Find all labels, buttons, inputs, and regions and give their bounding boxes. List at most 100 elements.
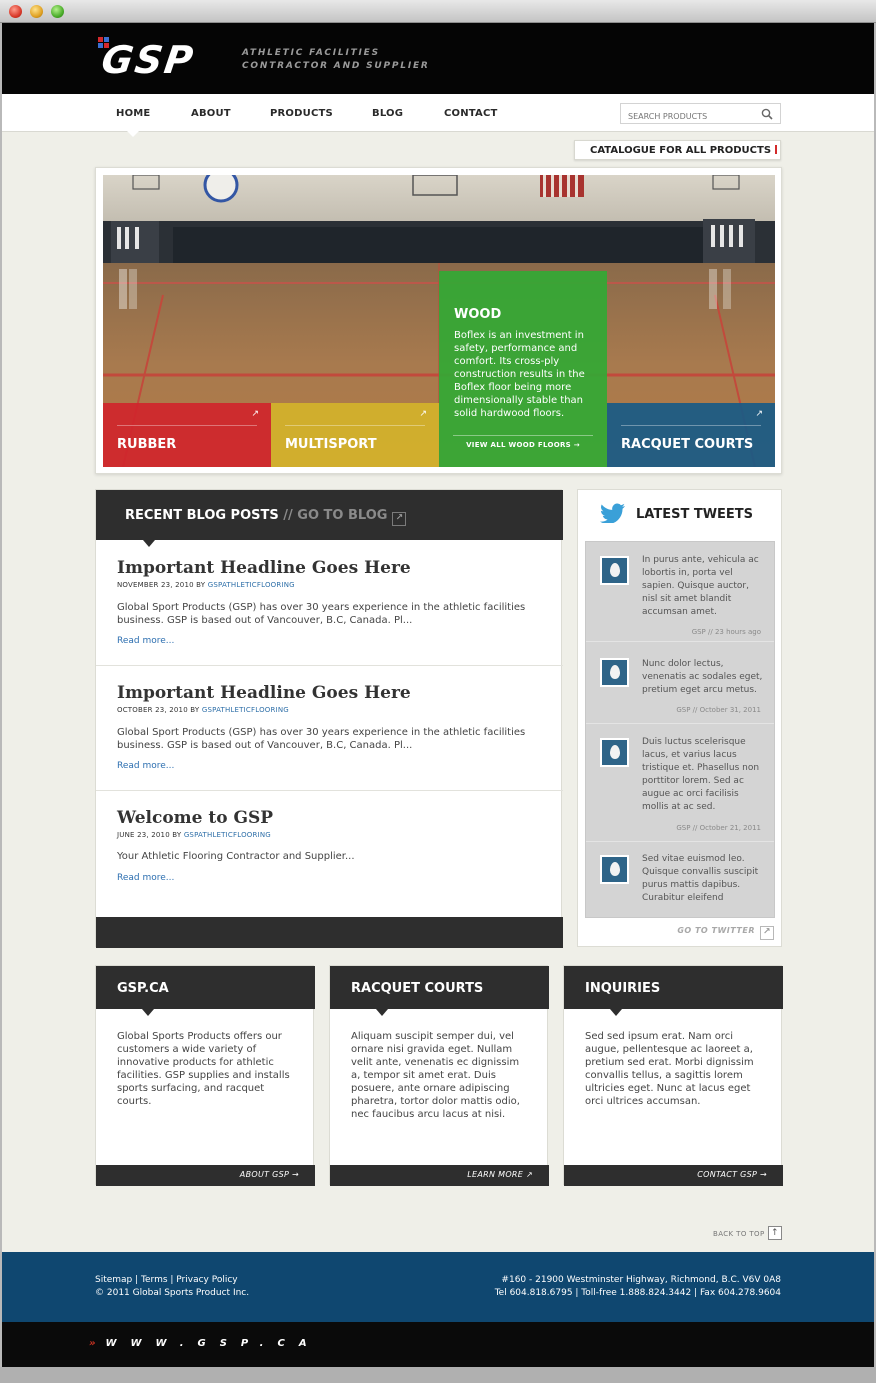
tile-rubber-label: RUBBER	[117, 437, 177, 452]
blog-footer-bar	[96, 917, 563, 948]
site-url[interactable]: » WWW.GSP.CA	[89, 1338, 321, 1349]
tile-rubber[interactable]: ↗ RUBBER	[103, 403, 271, 467]
tweet-text: Duis luctus scelerisque lacus, et varius…	[642, 737, 760, 812]
tile-wood-expanded[interactable]: WOOD Boflex is an investment in safety, …	[439, 271, 607, 467]
tile-arrow-icon: ↗	[755, 409, 763, 419]
contact-gsp-label: CONTACT GSP →	[697, 1170, 767, 1179]
page: GSP ATHLETIC FACILITIES CONTRACTOR AND S…	[2, 23, 874, 1367]
tweet-item: Duis luctus scelerisque lacus, et varius…	[586, 724, 774, 842]
feature-box-body: Global Sports Products offers our custom…	[117, 1031, 290, 1107]
nav-about[interactable]: ABOUT	[191, 108, 231, 119]
feature-box-racquet-courts: RACQUET COURTS Aliquam suscipit semper d…	[329, 965, 549, 1186]
tile-divider	[621, 425, 761, 426]
twitter-bird-icon	[600, 503, 625, 523]
avatar[interactable]	[600, 556, 629, 585]
feature-box-inquiries: INQUIRIES Sed sed ipsum erat. Nam orci a…	[563, 965, 783, 1186]
footer-links[interactable]: Sitemap | Terms | Privacy Policy	[95, 1275, 238, 1285]
zoom-window-button[interactable]	[51, 5, 64, 18]
site-header: GSP ATHLETIC FACILITIES CONTRACTOR AND S…	[2, 23, 874, 94]
tile-multisport[interactable]: ↗ MULTISPORT	[271, 403, 439, 467]
site-logo[interactable]: GSP	[99, 38, 198, 82]
chevron-right-icon: »	[89, 1338, 96, 1349]
feature-box-header: GSP.CA	[96, 966, 315, 1009]
nav-home[interactable]: HOME	[116, 108, 150, 119]
egg-avatar-icon	[610, 862, 620, 876]
tweet-item: Nunc dolor lectus, venenatis ac sodales …	[586, 646, 774, 724]
tile-multisport-label: MULTISPORT	[285, 437, 377, 452]
egg-avatar-icon	[610, 745, 620, 759]
read-more-link[interactable]: Read more...	[117, 873, 174, 883]
avatar[interactable]	[600, 855, 629, 884]
post-date: JUNE 23, 2010 BY	[117, 831, 182, 839]
go-to-twitter-link[interactable]: GO TO TWITTER ↗	[677, 926, 774, 940]
tweet-text: Sed vitae euismod leo. Quisque convallis…	[642, 854, 759, 903]
learn-more-button[interactable]: LEARN MORE ↗	[330, 1165, 549, 1186]
tweet-text: In purus ante, vehicula ac lobortis in, …	[642, 555, 759, 617]
post-author-link[interactable]: GSPATHLETICFLOORING	[184, 831, 271, 839]
external-link-icon[interactable]: ↗	[392, 512, 407, 526]
tweet-text: Nunc dolor lectus, venenatis ac sodales …	[642, 659, 763, 695]
read-more-link[interactable]: Read more...	[117, 636, 174, 646]
footer-bottom-bar: » WWW.GSP.CA	[2, 1322, 874, 1367]
post-meta: NOVEMBER 23, 2010 BY GSPATHLETICFLOORING	[117, 581, 295, 589]
post-headline[interactable]: Important Headline Goes Here	[117, 558, 411, 578]
search-input[interactable]	[621, 107, 751, 126]
feature-box-body: Aliquam suscipit semper dui, vel ornare …	[351, 1031, 520, 1120]
post-date: OCTOBER 23, 2010 BY	[117, 706, 200, 714]
post-author-link[interactable]: GSPATHLETICFLOORING	[208, 581, 295, 589]
tweet-item: Sed vitae euismod leo. Quisque convallis…	[586, 842, 774, 917]
post-excerpt: Your Athletic Flooring Contractor and Su…	[117, 851, 355, 862]
external-link-icon: ↗	[760, 926, 774, 940]
recent-blog-posts: RECENT BLOG POSTS // GO TO BLOG ↗ Importa…	[95, 489, 563, 948]
catalogue-marker-icon	[775, 145, 778, 154]
search-icon[interactable]	[761, 108, 773, 120]
post-headline[interactable]: Important Headline Goes Here	[117, 683, 411, 703]
site-url-text: WWW.GSP.CA	[105, 1338, 321, 1349]
post-headline[interactable]: Welcome to GSP	[117, 808, 273, 828]
read-more-link[interactable]: Read more...	[117, 761, 174, 771]
post-date: NOVEMBER 23, 2010 BY	[117, 581, 206, 589]
catalogue-button[interactable]: CATALOGUE FOR ALL PRODUCTS	[574, 140, 781, 160]
nav-products[interactable]: PRODUCTS	[270, 108, 333, 119]
site-footer: Sitemap | Terms | Privacy Policy © 2011 …	[2, 1252, 874, 1322]
blog-post: Important Headline Goes Here OCTOBER 23,…	[96, 666, 563, 791]
tweet-meta[interactable]: GSP // October 21, 2011	[676, 824, 761, 832]
minimize-window-button[interactable]	[30, 5, 43, 18]
tile-racquet-courts[interactable]: ↗ RACQUET COURTS	[607, 403, 775, 467]
nav-blog[interactable]: BLOG	[372, 108, 403, 119]
tweet-meta[interactable]: GSP // 23 hours ago	[692, 628, 761, 636]
avatar[interactable]	[600, 658, 629, 687]
tile-arrow-icon: ↗	[251, 409, 259, 419]
back-to-top-label: BACK TO TOP	[713, 1230, 765, 1238]
wood-description: Boflex is an investment in safety, perfo…	[454, 330, 585, 419]
post-author-link[interactable]: GSPATHLETICFLOORING	[202, 706, 289, 714]
feature-box-title: RACQUET COURTS	[351, 981, 484, 996]
feature-box-notch	[610, 1009, 622, 1016]
avatar[interactable]	[600, 738, 629, 767]
feature-box-title: INQUIRIES	[585, 981, 661, 996]
post-meta: JUNE 23, 2010 BY GSPATHLETICFLOORING	[117, 831, 271, 839]
blog-title: RECENT BLOG POSTS // GO TO BLOG ↗	[125, 508, 407, 526]
back-to-top-link[interactable]: BACK TO TOP ↑	[713, 1226, 782, 1240]
contact-gsp-button[interactable]: CONTACT GSP →	[564, 1165, 783, 1186]
feature-box-header: RACQUET COURTS	[330, 966, 549, 1009]
wood-title: WOOD	[454, 307, 502, 322]
tagline-line1: ATHLETIC FACILITIES	[242, 48, 380, 58]
post-excerpt: Global Sport Products (GSP) has over 30 …	[117, 602, 526, 626]
close-window-button[interactable]	[9, 5, 22, 18]
latest-tweets: LATEST TWEETS In purus ante, vehicula ac…	[577, 489, 782, 947]
about-gsp-button[interactable]: ABOUT GSP →	[96, 1165, 315, 1186]
nav-contact[interactable]: CONTACT	[444, 108, 498, 119]
tile-divider	[285, 425, 425, 426]
post-meta: OCTOBER 23, 2010 BY GSPATHLETICFLOORING	[117, 706, 289, 714]
window-titlebar	[0, 0, 876, 23]
catalogue-label: CATALOGUE FOR ALL PRODUCTS	[590, 145, 772, 156]
view-wood-floors-link[interactable]: VIEW ALL WOOD FLOORS →	[439, 441, 607, 449]
tweet-meta[interactable]: GSP // October 31, 2011	[676, 706, 761, 714]
window-bottom-bar	[0, 1367, 876, 1383]
blog-header: RECENT BLOG POSTS // GO TO BLOG ↗	[96, 490, 563, 540]
post-excerpt: Global Sport Products (GSP) has over 30 …	[117, 727, 526, 751]
tile-divider	[117, 425, 257, 426]
go-to-blog-link[interactable]: // GO TO BLOG	[283, 508, 387, 523]
tile-divider	[453, 435, 593, 436]
